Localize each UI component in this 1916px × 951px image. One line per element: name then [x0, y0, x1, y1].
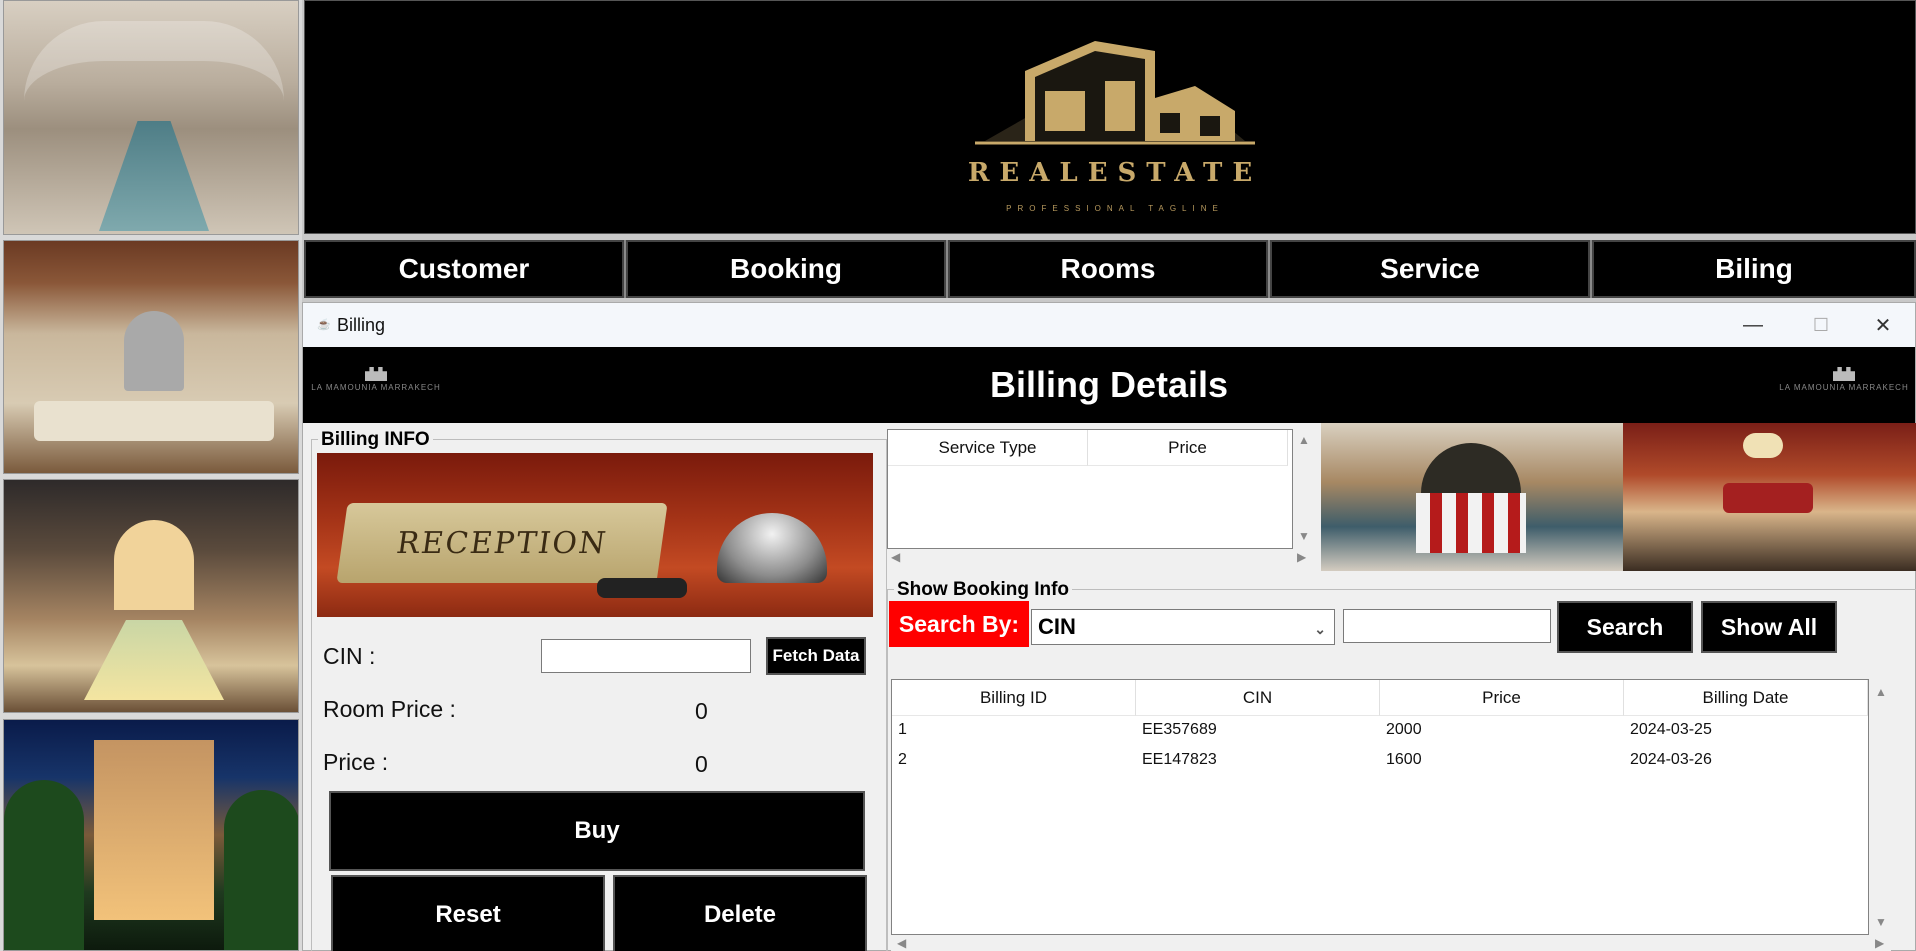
search-by-label: Search By: [889, 601, 1029, 647]
photo-hotel-lobby [1623, 423, 1916, 571]
table-row[interactable]: 1 EE357689 2000 2024-03-25 [892, 717, 1868, 747]
nav-rooms-button[interactable]: Rooms [948, 240, 1268, 298]
cell-billing-id: 2 [898, 751, 907, 768]
cell-price: 2000 [1386, 721, 1422, 738]
cell-cin: EE357689 [1142, 721, 1217, 738]
billing-info-label: Billing INFO [318, 429, 433, 451]
chevron-down-icon: ⌄ [1314, 621, 1326, 637]
nav-customer-button[interactable]: Customer [304, 240, 624, 298]
java-icon: ☕ [317, 319, 331, 331]
top-banner: REALESTATE PROFESSIONAL TAGLINE [304, 0, 1916, 234]
logo-text: REALESTATE [967, 158, 1263, 188]
billing-table-vscroll[interactable]: ▲ ▼ [1869, 679, 1891, 935]
billing-header: LA MAMOUNIA MARRAKECH Billing Details LA… [303, 347, 1915, 423]
cell-cin: EE147823 [1142, 751, 1217, 768]
room-price-label: Room Price : [323, 696, 456, 722]
buy-button[interactable]: Buy [329, 791, 865, 871]
reset-button[interactable]: Reset [331, 875, 605, 951]
window-titlebar[interactable]: ☕ Billing — ☐ ✕ [303, 303, 1915, 347]
photo-sidebar [0, 0, 302, 951]
search-by-select[interactable]: CIN ⌄ [1031, 609, 1335, 645]
cin-label: CIN : [323, 643, 376, 669]
show-all-button[interactable]: Show All [1701, 601, 1837, 653]
room-price-value: 0 [695, 698, 708, 724]
service-table-hscroll[interactable]: ◀ ▶ [887, 549, 1313, 567]
photo-garden-pool [3, 479, 299, 713]
hotel-logo-right: LA MAMOUNIA MARRAKECH [1779, 367, 1909, 407]
column-header-billing-date[interactable]: Billing Date [1624, 680, 1868, 716]
close-icon[interactable]: ✕ [1849, 303, 1916, 347]
billing-window: ☕ Billing — ☐ ✕ LA MAMOUNIA MARRAKECH Bi… [302, 302, 1916, 951]
column-header-price[interactable]: Price [1088, 430, 1288, 466]
nav-service-button[interactable]: Service [1270, 240, 1590, 298]
column-header-cin[interactable]: CIN [1136, 680, 1380, 716]
billing-table[interactable]: Billing ID CIN Price Billing Date 1 EE35… [891, 679, 1869, 935]
delete-button[interactable]: Delete [613, 875, 867, 951]
house-icon [975, 41, 1255, 145]
billing-table-hscroll[interactable]: ◀ ▶ [891, 935, 1891, 951]
bell-icon [717, 513, 827, 583]
search-input[interactable] [1343, 609, 1551, 643]
real-estate-logo: REALESTATE PROFESSIONAL TAGLINE [945, 31, 1285, 213]
column-header-service-type[interactable]: Service Type [888, 430, 1088, 466]
service-table-vscroll[interactable]: ▲ ▼ [1293, 429, 1313, 549]
photo-courtyard-pool [3, 0, 299, 235]
table-row[interactable]: 2 EE147823 1600 2024-03-26 [892, 747, 1868, 777]
search-button[interactable]: Search [1557, 601, 1693, 653]
cin-input[interactable] [541, 639, 751, 673]
fetch-data-button[interactable]: Fetch Data [766, 637, 866, 675]
page-title: Billing Details [989, 364, 1229, 405]
logo-tagline: PROFESSIONAL TAGLINE [1006, 204, 1224, 213]
app-root: REALESTATE PROFESSIONAL TAGLINE Customer… [0, 0, 1916, 951]
cell-billing-id: 1 [898, 721, 907, 738]
window-title: Billing [337, 314, 386, 335]
minimize-icon[interactable]: — [1719, 303, 1787, 347]
cell-billing-date: 2024-03-26 [1630, 751, 1712, 768]
column-header-billing-id[interactable]: Billing ID [892, 680, 1136, 716]
service-table[interactable]: Service Type Price [887, 429, 1293, 549]
cell-price: 1600 [1386, 751, 1422, 768]
photo-hotel-facade [3, 719, 299, 951]
main-nav: Customer Booking Rooms Service Biling [304, 240, 1916, 298]
reception-image: RECEPTION [317, 453, 873, 617]
nav-biling-button[interactable]: Biling [1592, 240, 1916, 298]
maximize-icon[interactable]: ☐ [1787, 303, 1855, 347]
photo-doormen [1321, 423, 1623, 571]
reception-sign: RECEPTION [336, 503, 668, 583]
price-label: Price : [323, 749, 389, 775]
nav-booking-button[interactable]: Booking [626, 240, 946, 298]
photo-lounge [3, 240, 299, 474]
booking-info-label: Show Booking Info [894, 579, 1073, 601]
search-by-selected-value: CIN [1038, 614, 1076, 639]
price-value: 0 [695, 751, 708, 777]
cell-billing-date: 2024-03-25 [1630, 721, 1712, 738]
column-header-price[interactable]: Price [1380, 680, 1624, 716]
